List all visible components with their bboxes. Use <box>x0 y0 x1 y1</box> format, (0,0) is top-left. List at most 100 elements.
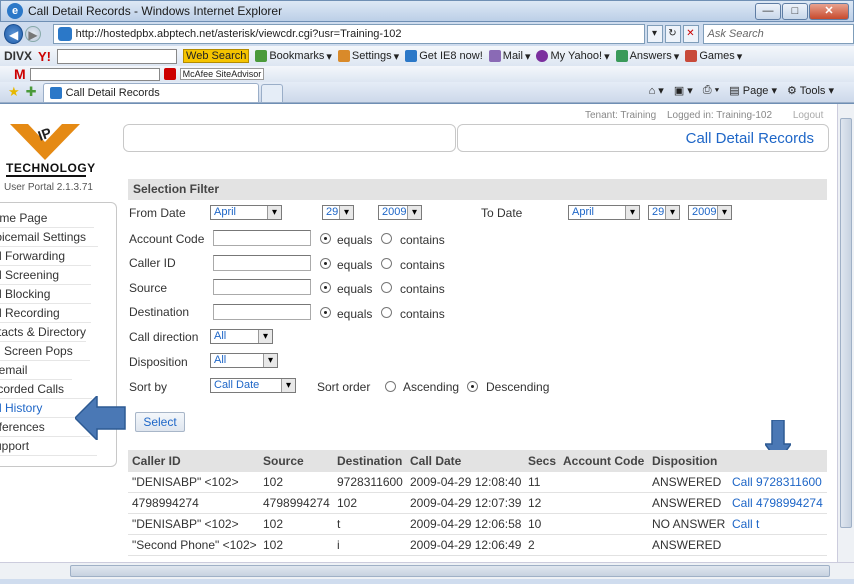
source-contains-label: contains <box>400 282 445 296</box>
minimize-button[interactable]: — <box>755 3 781 20</box>
search-input[interactable]: Ask Search <box>702 24 854 44</box>
page-viewport: Tenant: Training Logged in: Training-102… <box>0 104 837 562</box>
destination-input[interactable] <box>213 304 311 320</box>
favorites-star-icon[interactable]: ★ <box>8 82 20 102</box>
col-disposition: Disposition <box>652 454 718 468</box>
select-button[interactable]: Select <box>135 412 185 432</box>
cell-disposition: ANSWERED <box>652 475 722 489</box>
tab-call-detail-records[interactable]: Call Detail Records <box>42 83 259 102</box>
destination-contains-radio[interactable] <box>381 307 392 318</box>
tools-menu[interactable]: ⚙ Tools ▾ <box>787 84 834 97</box>
col-secs: Secs <box>528 454 557 468</box>
account-contains-radio[interactable] <box>381 233 392 244</box>
answers-menu[interactable]: Answers ▾ <box>615 50 679 63</box>
sidebar-item-screening[interactable]: Call Screening <box>0 266 91 285</box>
dropdown-icon[interactable]: ▾ <box>646 25 663 43</box>
sort-by-select[interactable]: Call Date <box>210 378 296 393</box>
new-tab-button[interactable] <box>260 84 283 102</box>
account-code-input[interactable] <box>213 230 311 246</box>
logout-link[interactable]: Logout <box>793 110 824 121</box>
mcafee-search-icon[interactable] <box>163 68 176 80</box>
home-icon[interactable]: ⌂ ▾ <box>649 84 664 97</box>
vertical-scroll-thumb[interactable] <box>840 118 852 528</box>
stop-icon[interactable]: ✕ <box>682 25 699 43</box>
logo-underline <box>6 175 86 177</box>
web-search-button[interactable]: Web Search <box>183 49 250 63</box>
page-menu[interactable]: ▤ Page ▾ <box>729 84 777 97</box>
caller-id-input[interactable] <box>213 255 311 271</box>
vertical-scrollbar[interactable] <box>837 104 854 562</box>
call-back-link[interactable]: Call 9728311600 <box>732 475 822 489</box>
bookmarks-icon <box>255 50 268 62</box>
source-equals-label: equals <box>337 282 373 296</box>
games-menu[interactable]: Games ▾ <box>685 50 742 63</box>
get-ie8-link[interactable]: Get IE8 now! <box>405 50 483 62</box>
account-equals-radio[interactable] <box>320 233 331 244</box>
sort-by-label: Sort by <box>129 380 168 394</box>
from-day-select[interactable]: 29 <box>322 205 354 220</box>
source-contains-radio[interactable] <box>381 282 392 293</box>
call-direction-select[interactable]: All <box>210 329 273 344</box>
mcafee-search-field[interactable] <box>29 67 160 81</box>
descending-radio[interactable] <box>467 381 478 392</box>
print-icon[interactable]: ⎙ ▾ <box>703 84 719 97</box>
sidebar-item-forwarding[interactable]: Call Forwarding <box>0 247 91 266</box>
back-button[interactable]: ◀ <box>4 24 24 44</box>
col-account-code: Account Code <box>563 454 645 468</box>
sidebar-item-screen-pops[interactable]: Call Screen Pops <box>0 342 90 361</box>
callerid-equals-radio[interactable] <box>320 258 331 269</box>
sidebar-item-blocking[interactable]: Call Blocking <box>0 285 91 304</box>
cell-secs: 12 <box>528 496 542 510</box>
cell-source: 102 <box>263 475 284 489</box>
sidebar-item-contacts[interactable]: Contacts & Directory <box>0 323 86 342</box>
mail-menu[interactable]: Mail ▾ <box>488 50 530 63</box>
disposition-select[interactable]: All <box>210 353 278 368</box>
forward-button[interactable]: ▶ <box>25 26 41 42</box>
callerid-contains-radio[interactable] <box>381 258 392 269</box>
call-back-link[interactable]: Call 4798994274 <box>732 496 823 510</box>
sidebar-item-voicemail[interactable]: Voicemail Settings <box>0 228 98 247</box>
to-year-select[interactable]: 2009 <box>688 205 732 220</box>
cell-secs: 2 <box>528 538 535 552</box>
destination-equals-radio[interactable] <box>320 307 331 318</box>
cell-date: 2009-04-29 12:08:40 <box>410 475 522 489</box>
mcafee-siteadvisor[interactable]: McAfee SiteAdvisor <box>179 68 265 80</box>
callerid-equals-label: equals <box>337 258 373 272</box>
source-input[interactable] <box>213 279 311 295</box>
from-year-select[interactable]: 2009 <box>378 205 422 220</box>
source-label: Source <box>129 281 168 295</box>
sidebar-item-fax[interactable]: Fax to email <box>0 361 72 380</box>
cell-caller: "DENISABP" <102> <box>132 475 239 489</box>
my-yahoo-icon <box>536 50 549 62</box>
tenant-text: Tenant: Training <box>585 110 657 121</box>
from-month-select[interactable]: April <box>210 205 282 220</box>
mcafee-m-icon[interactable]: M <box>14 66 26 82</box>
bookmarks-menu[interactable]: Bookmarks ▾ <box>255 50 332 63</box>
feeds-icon[interactable]: ▣ ▾ <box>674 84 693 97</box>
refresh-icon[interactable]: ↻ <box>664 25 681 43</box>
sidebar-item-recording[interactable]: Call Recording <box>0 304 91 323</box>
destination-equals-label: equals <box>337 307 373 321</box>
tab-label: Call Detail Records <box>65 87 160 99</box>
ascending-radio[interactable] <box>385 381 396 392</box>
horizontal-scroll-thumb[interactable] <box>70 565 830 577</box>
cell-secs: 11 <box>528 475 541 489</box>
cell-date: 2009-04-29 12:06:49 <box>410 538 522 552</box>
url-field[interactable]: http://hostedpbx.abptech.net/asterisk/vi… <box>52 24 645 44</box>
call-back-link[interactable]: Call t <box>732 517 759 531</box>
settings-menu[interactable]: Settings ▾ <box>337 50 399 63</box>
toolbar-search-field[interactable] <box>57 48 178 64</box>
maximize-button[interactable]: □ <box>782 3 808 20</box>
yahoo-logo[interactable]: Y! <box>38 49 51 64</box>
to-month-select[interactable]: April <box>568 205 640 220</box>
source-equals-radio[interactable] <box>320 282 331 293</box>
address-bar: ◀ ▶ http://hostedpbx.abptech.net/asteris… <box>0 22 854 46</box>
search-placeholder: Ask Search <box>707 28 764 40</box>
sidebar-item-home[interactable]: Home Page <box>0 209 94 228</box>
my-yahoo-menu[interactable]: My Yahoo! ▾ <box>536 50 610 63</box>
add-favorites-icon[interactable]: ✚ <box>26 82 37 102</box>
divx-logo[interactable]: DIVX <box>4 49 32 63</box>
horizontal-scrollbar[interactable] <box>0 562 854 579</box>
close-button[interactable]: ✕ <box>809 3 849 20</box>
to-day-select[interactable]: 29 <box>648 205 680 220</box>
